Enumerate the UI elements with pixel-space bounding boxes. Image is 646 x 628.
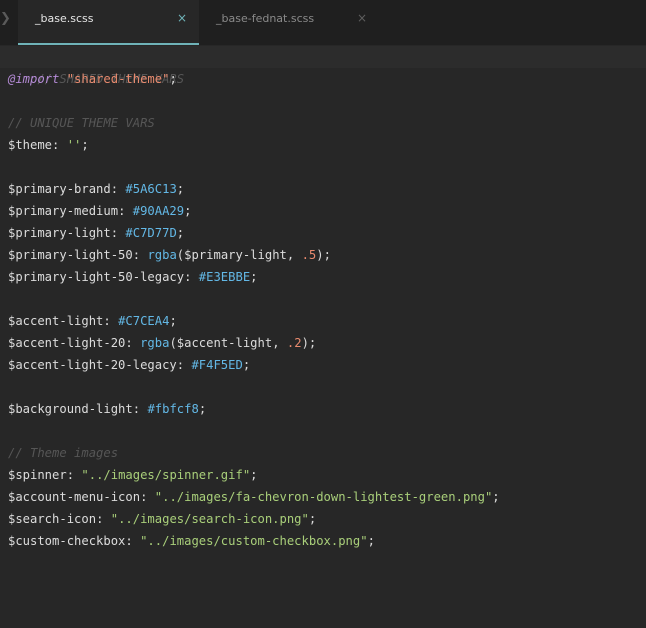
string-value: "../images/search-icon.png" (110, 512, 309, 526)
function-name: rgba (140, 336, 170, 350)
code-line: // UNIQUE THEME VARS (8, 112, 155, 134)
tab-label: _base.scss (35, 12, 94, 25)
hex-value: #5A6C13 (125, 182, 177, 196)
code-line: $background-light: #fbfcf8; (8, 402, 207, 416)
code-line: $primary-medium: #90AA29; (8, 204, 192, 218)
code-line: $theme: ''; (8, 138, 89, 152)
tab-label: _base-fednat.scss (216, 12, 315, 25)
import-keyword: @import (8, 72, 60, 86)
number-value: .5 (301, 248, 317, 262)
variable: $primary-light-50 (8, 248, 133, 262)
variable: $primary-light (184, 248, 287, 262)
variable: $background-light (8, 402, 133, 416)
code-line: $primary-light-50: rgba($primary-light, … (8, 248, 331, 262)
close-icon[interactable]: × (177, 11, 187, 25)
tab-base-fednat-scss[interactable]: _base-fednat.scss × (199, 0, 379, 45)
code-editor[interactable]: // SHARED THEME VARS @import "shared-the… (0, 45, 646, 628)
code-line: $account-menu-icon: "../images/fa-chevro… (8, 490, 500, 504)
code-line: $primary-brand: #5A6C13; (8, 182, 185, 196)
code-line: $primary-light-50-legacy: #E3EBBE; (8, 270, 258, 284)
variable: $accent-light-20 (8, 336, 126, 350)
hex-value: #C7CEA4 (118, 314, 170, 328)
string-value: "../images/fa-chevron-down-lightest-gree… (154, 490, 493, 504)
sidebar-toggle-icon[interactable]: ❯ (0, 11, 14, 27)
tab-base-scss[interactable]: _base.scss × (18, 0, 199, 45)
code-line: $search-icon: "../images/search-icon.png… (8, 512, 317, 526)
string-value: "../images/spinner.gif" (81, 468, 251, 482)
variable: $search-icon (8, 512, 97, 526)
import-string: "shared-theme" (66, 72, 170, 86)
code-line: $spinner: "../images/spinner.gif"; (8, 468, 258, 482)
code-line: $accent-light-20-legacy: #F4F5ED; (8, 358, 251, 372)
variable: $accent-light (8, 314, 104, 328)
code-line: @import "shared-theme"; (8, 72, 177, 86)
code-line: // SHARED THEME VARS (0, 46, 646, 86)
code-line: $accent-light: #C7CEA4; (8, 314, 177, 328)
code-line: $custom-checkbox: "../images/custom-chec… (8, 534, 375, 548)
hex-value: #E3EBBE (198, 270, 251, 284)
variable: $custom-checkbox (8, 534, 126, 548)
variable: $primary-medium (8, 204, 119, 218)
close-icon[interactable]: × (357, 11, 367, 25)
code-line: $primary-light: #C7D77D; (8, 226, 185, 240)
hex-value: #fbfcf8 (147, 402, 199, 416)
tab-bar: ❯ _base.scss × _base-fednat.scss × (0, 0, 646, 45)
hex-value: #F4F5ED (191, 358, 243, 372)
string-value: '' (66, 138, 82, 152)
variable: $spinner (8, 468, 67, 482)
variable: $primary-light-50-legacy (8, 270, 185, 284)
comment: // UNIQUE THEME VARS (8, 116, 155, 130)
hex-value: #C7D77D (125, 226, 177, 240)
code-line: $accent-light-20: rgba($accent-light, .2… (8, 336, 317, 350)
string-value: "../images/custom-checkbox.png" (140, 534, 368, 548)
variable: $accent-light (176, 336, 273, 350)
variable: $accent-light-20-legacy (8, 358, 177, 372)
function-name: rgba (147, 248, 177, 262)
number-value: .2 (286, 336, 302, 350)
comment: // Theme images (8, 446, 119, 460)
code-line: // Theme images (8, 442, 118, 464)
variable: $primary-light (8, 226, 111, 240)
variable: $account-menu-icon (8, 490, 141, 504)
variable: $theme (8, 138, 53, 152)
hex-value: #90AA29 (132, 204, 185, 218)
variable: $primary-brand (8, 182, 111, 196)
